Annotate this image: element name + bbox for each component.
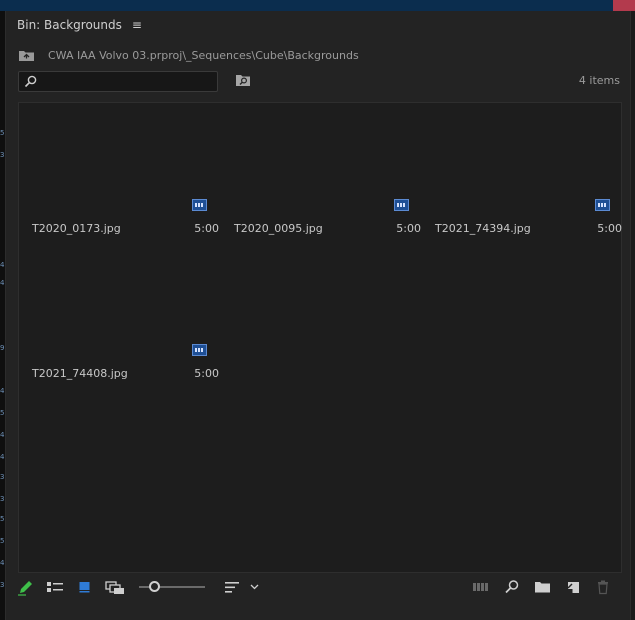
clip-tile[interactable]: T2020_0173.jpg 5:00 (29, 199, 219, 244)
breadcrumb: CWA IAA Volvo 03.prproj\_Sequences\Cube\… (18, 46, 359, 64)
gutter-mark: 4 (0, 431, 5, 439)
clip-name: T2020_0095.jpg (234, 222, 323, 235)
new-item-icon[interactable] (566, 578, 580, 596)
gutter-mark: 3 (0, 495, 5, 503)
clip-tile[interactable]: T2021_74408.jpg 5:00 (29, 344, 219, 389)
search-field[interactable] (18, 71, 218, 92)
still-image-badge-icon (394, 199, 409, 211)
zoom-slider-handle[interactable] (149, 581, 160, 592)
item-count: 4 items (578, 74, 620, 87)
new-bin-icon[interactable] (534, 578, 551, 596)
clip-tile[interactable]: T2020_0095.jpg 5:00 (231, 199, 421, 244)
panel-title[interactable]: Bin: Backgrounds (17, 18, 122, 32)
gutter-mark: 5 (0, 129, 5, 137)
gutter-mark: 3 (0, 581, 5, 589)
clip-name: T2020_0173.jpg (32, 222, 121, 235)
clip-tile[interactable]: T2021_74394.jpg 5:00 (432, 199, 622, 244)
icon-view-icon[interactable] (78, 578, 92, 596)
gutter-mark: 4 (0, 387, 5, 395)
still-image-badge-icon (595, 199, 610, 211)
gutter-mark: 3 (0, 473, 5, 481)
gutter-mark: 4 (0, 453, 5, 461)
clip-duration: 5:00 (597, 222, 622, 235)
hamburger-menu-icon[interactable]: ≡ (132, 18, 142, 32)
gutter-mark: 4 (0, 279, 5, 287)
clip-name: T2021_74408.jpg (32, 367, 128, 380)
gutter-mark: 5 (0, 409, 5, 417)
search-input[interactable] (41, 73, 213, 90)
find-icon[interactable] (504, 578, 520, 596)
list-view-icon[interactable] (46, 578, 64, 596)
pencil-icon[interactable] (17, 578, 33, 596)
gutter-mark: 5 (0, 515, 5, 523)
bin-icon-grid: T2020_0173.jpg 5:00 T2020_0095.jpg 5:00 … (18, 102, 622, 573)
gutter-mark: 5 (0, 537, 5, 545)
clip-name: T2021_74394.jpg (435, 222, 531, 235)
folder-up-icon[interactable] (18, 49, 35, 62)
close-button[interactable] (613, 0, 635, 11)
gutter-mark: 9 (0, 344, 5, 352)
bin-path: CWA IAA Volvo 03.prproj\_Sequences\Cube\… (48, 48, 359, 62)
freeform-view-icon[interactable] (105, 578, 125, 596)
project-bin-panel: Bin: Backgrounds ≡ CWA IAA Volvo 03.prpr… (5, 11, 631, 620)
trash-icon[interactable] (596, 578, 610, 596)
panel-header: Bin: Backgrounds ≡ (17, 16, 142, 34)
sort-icon[interactable] (224, 578, 240, 596)
search-icon (24, 75, 37, 88)
still-image-badge-icon (192, 199, 207, 211)
still-image-badge-icon (192, 344, 207, 356)
gutter-mark: 4 (0, 559, 5, 567)
chevron-down-icon[interactable] (249, 578, 260, 596)
gutter-mark: 4 (0, 261, 5, 269)
clip-duration: 5:00 (194, 222, 219, 235)
automate-to-sequence-icon[interactable] (472, 578, 490, 596)
new-search-bin-icon[interactable] (235, 74, 251, 87)
bin-footer-toolbar (5, 578, 631, 620)
clip-duration: 5:00 (396, 222, 421, 235)
window-title-bar (0, 0, 635, 11)
gutter-mark: 3 (0, 151, 5, 159)
clip-duration: 5:00 (194, 367, 219, 380)
